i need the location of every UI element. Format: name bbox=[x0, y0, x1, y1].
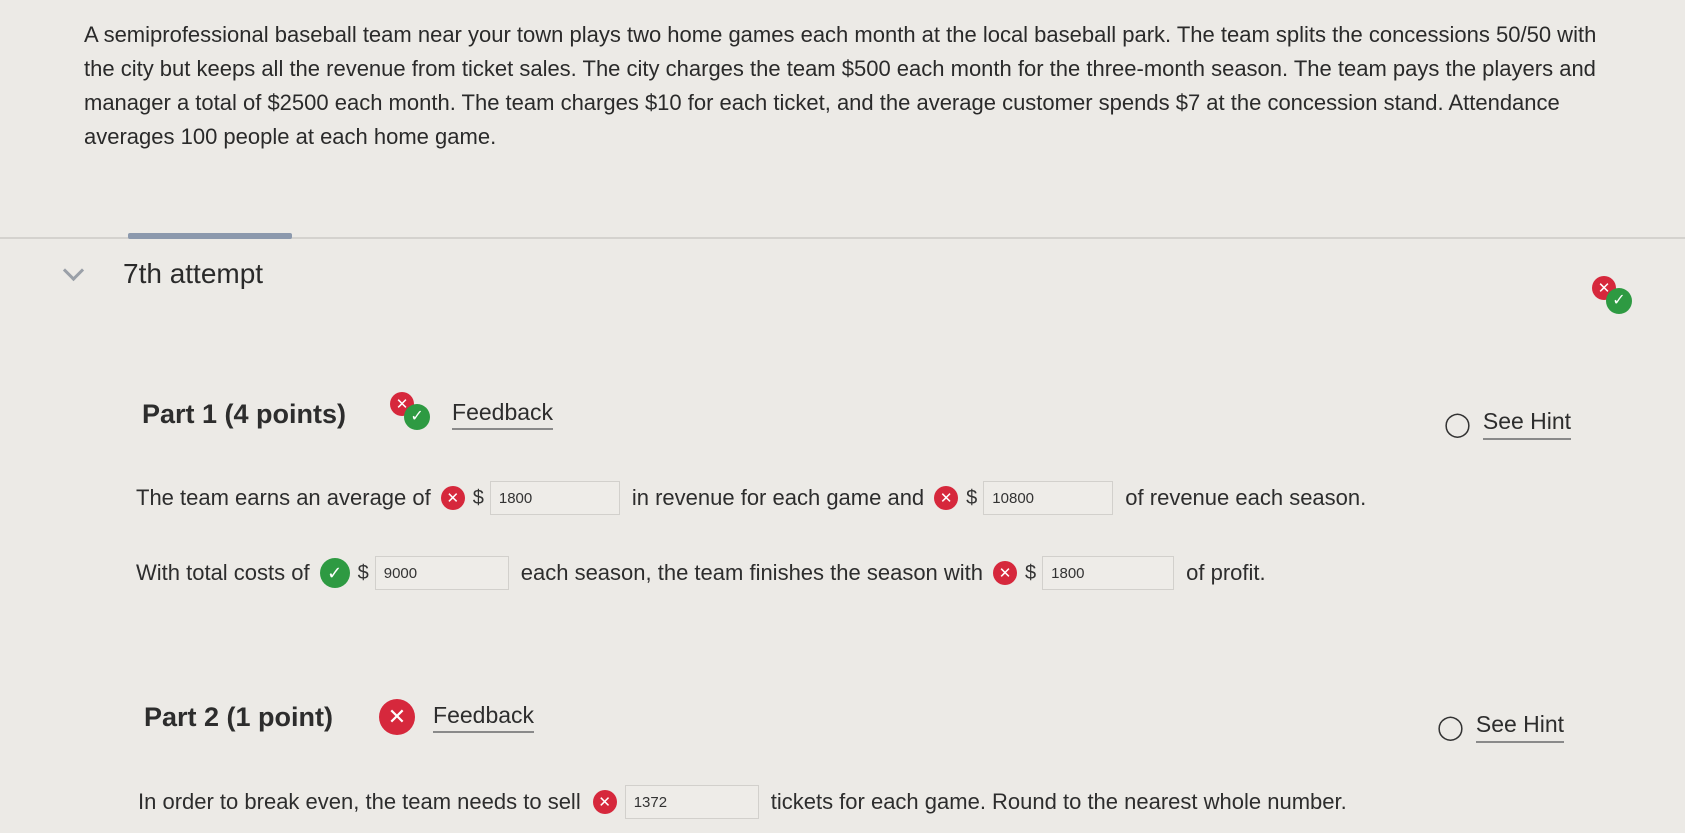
part1-feedback-link[interactable]: Feedback bbox=[452, 399, 554, 430]
q3-suffix: tickets for each game. Round to the near… bbox=[770, 789, 1347, 814]
part1-title: Part 1 (4 points) bbox=[142, 398, 347, 429]
part1-status-icon: ✕ ✓ bbox=[390, 392, 434, 432]
x-circle-icon: ✕ bbox=[440, 486, 465, 510]
x-circle-icon: ✕ bbox=[993, 561, 1018, 585]
part1-hint-label[interactable]: See Hint bbox=[1482, 408, 1572, 440]
attempt-header[interactable]: 7th attempt bbox=[62, 258, 264, 290]
x-circle-icon: ✕ bbox=[592, 790, 617, 814]
lightbulb-icon: ◯ bbox=[1444, 410, 1471, 438]
part1-see-hint[interactable]: ◯ See Hint bbox=[1444, 408, 1572, 440]
currency-symbol: $ bbox=[472, 486, 484, 509]
total-costs-input[interactable]: 9000 bbox=[374, 556, 509, 590]
x-circle-icon: ✕ bbox=[934, 486, 959, 510]
q1-prefix: The team earns an average of bbox=[136, 485, 431, 510]
check-circle-icon: ✓ bbox=[1606, 288, 1632, 314]
part1-question-2: With total costs of ✓ $ 9000 each season… bbox=[136, 556, 1266, 590]
q2-prefix: With total costs of bbox=[136, 560, 310, 585]
currency-symbol: $ bbox=[966, 486, 978, 509]
currency-symbol: $ bbox=[357, 561, 369, 584]
lightbulb-icon: ◯ bbox=[1437, 713, 1464, 741]
part2-see-hint[interactable]: ◯ See Hint bbox=[1437, 711, 1565, 743]
part1-header: Part 1 (4 points) ✕ ✓ Feedback bbox=[142, 392, 554, 432]
problem-statement: A semiprofessional baseball team near yo… bbox=[84, 22, 1597, 149]
part2-feedback-link[interactable]: Feedback bbox=[433, 702, 535, 733]
check-circle-icon: ✓ bbox=[404, 404, 431, 430]
q3-prefix: In order to break even, the team needs t… bbox=[138, 789, 581, 814]
chevron-down-icon[interactable] bbox=[62, 259, 85, 281]
currency-symbol: $ bbox=[1025, 561, 1037, 584]
x-circle-icon: ✕ bbox=[379, 699, 416, 735]
part2-hint-label[interactable]: See Hint bbox=[1475, 711, 1565, 743]
break-even-tickets-input[interactable]: 1372 bbox=[624, 785, 759, 819]
part2-question: In order to break even, the team needs t… bbox=[138, 785, 1347, 819]
q2-middle: each season, the team finishes the seaso… bbox=[520, 560, 984, 585]
divider-accent bbox=[128, 233, 292, 239]
attempt-title: 7th attempt bbox=[123, 258, 264, 289]
attempt-status-icon: ✕ ✓ bbox=[1592, 276, 1636, 316]
q1-middle: in revenue for each game and bbox=[631, 485, 925, 510]
part2-header: Part 2 (1 point) ✕ Feedback bbox=[144, 699, 535, 735]
season-profit-input[interactable]: 1800 bbox=[1042, 556, 1175, 590]
q2-suffix: of profit. bbox=[1186, 560, 1266, 585]
part2-title: Part 2 (1 point) bbox=[144, 701, 334, 732]
q1-suffix: of revenue each season. bbox=[1125, 485, 1367, 510]
revenue-per-season-input[interactable]: 10800 bbox=[983, 481, 1114, 515]
revenue-per-game-input[interactable]: 1800 bbox=[489, 481, 620, 515]
check-circle-icon: ✓ bbox=[319, 558, 350, 588]
part1-question-1: The team earns an average of ✕ $ 1800 in… bbox=[136, 481, 1366, 515]
